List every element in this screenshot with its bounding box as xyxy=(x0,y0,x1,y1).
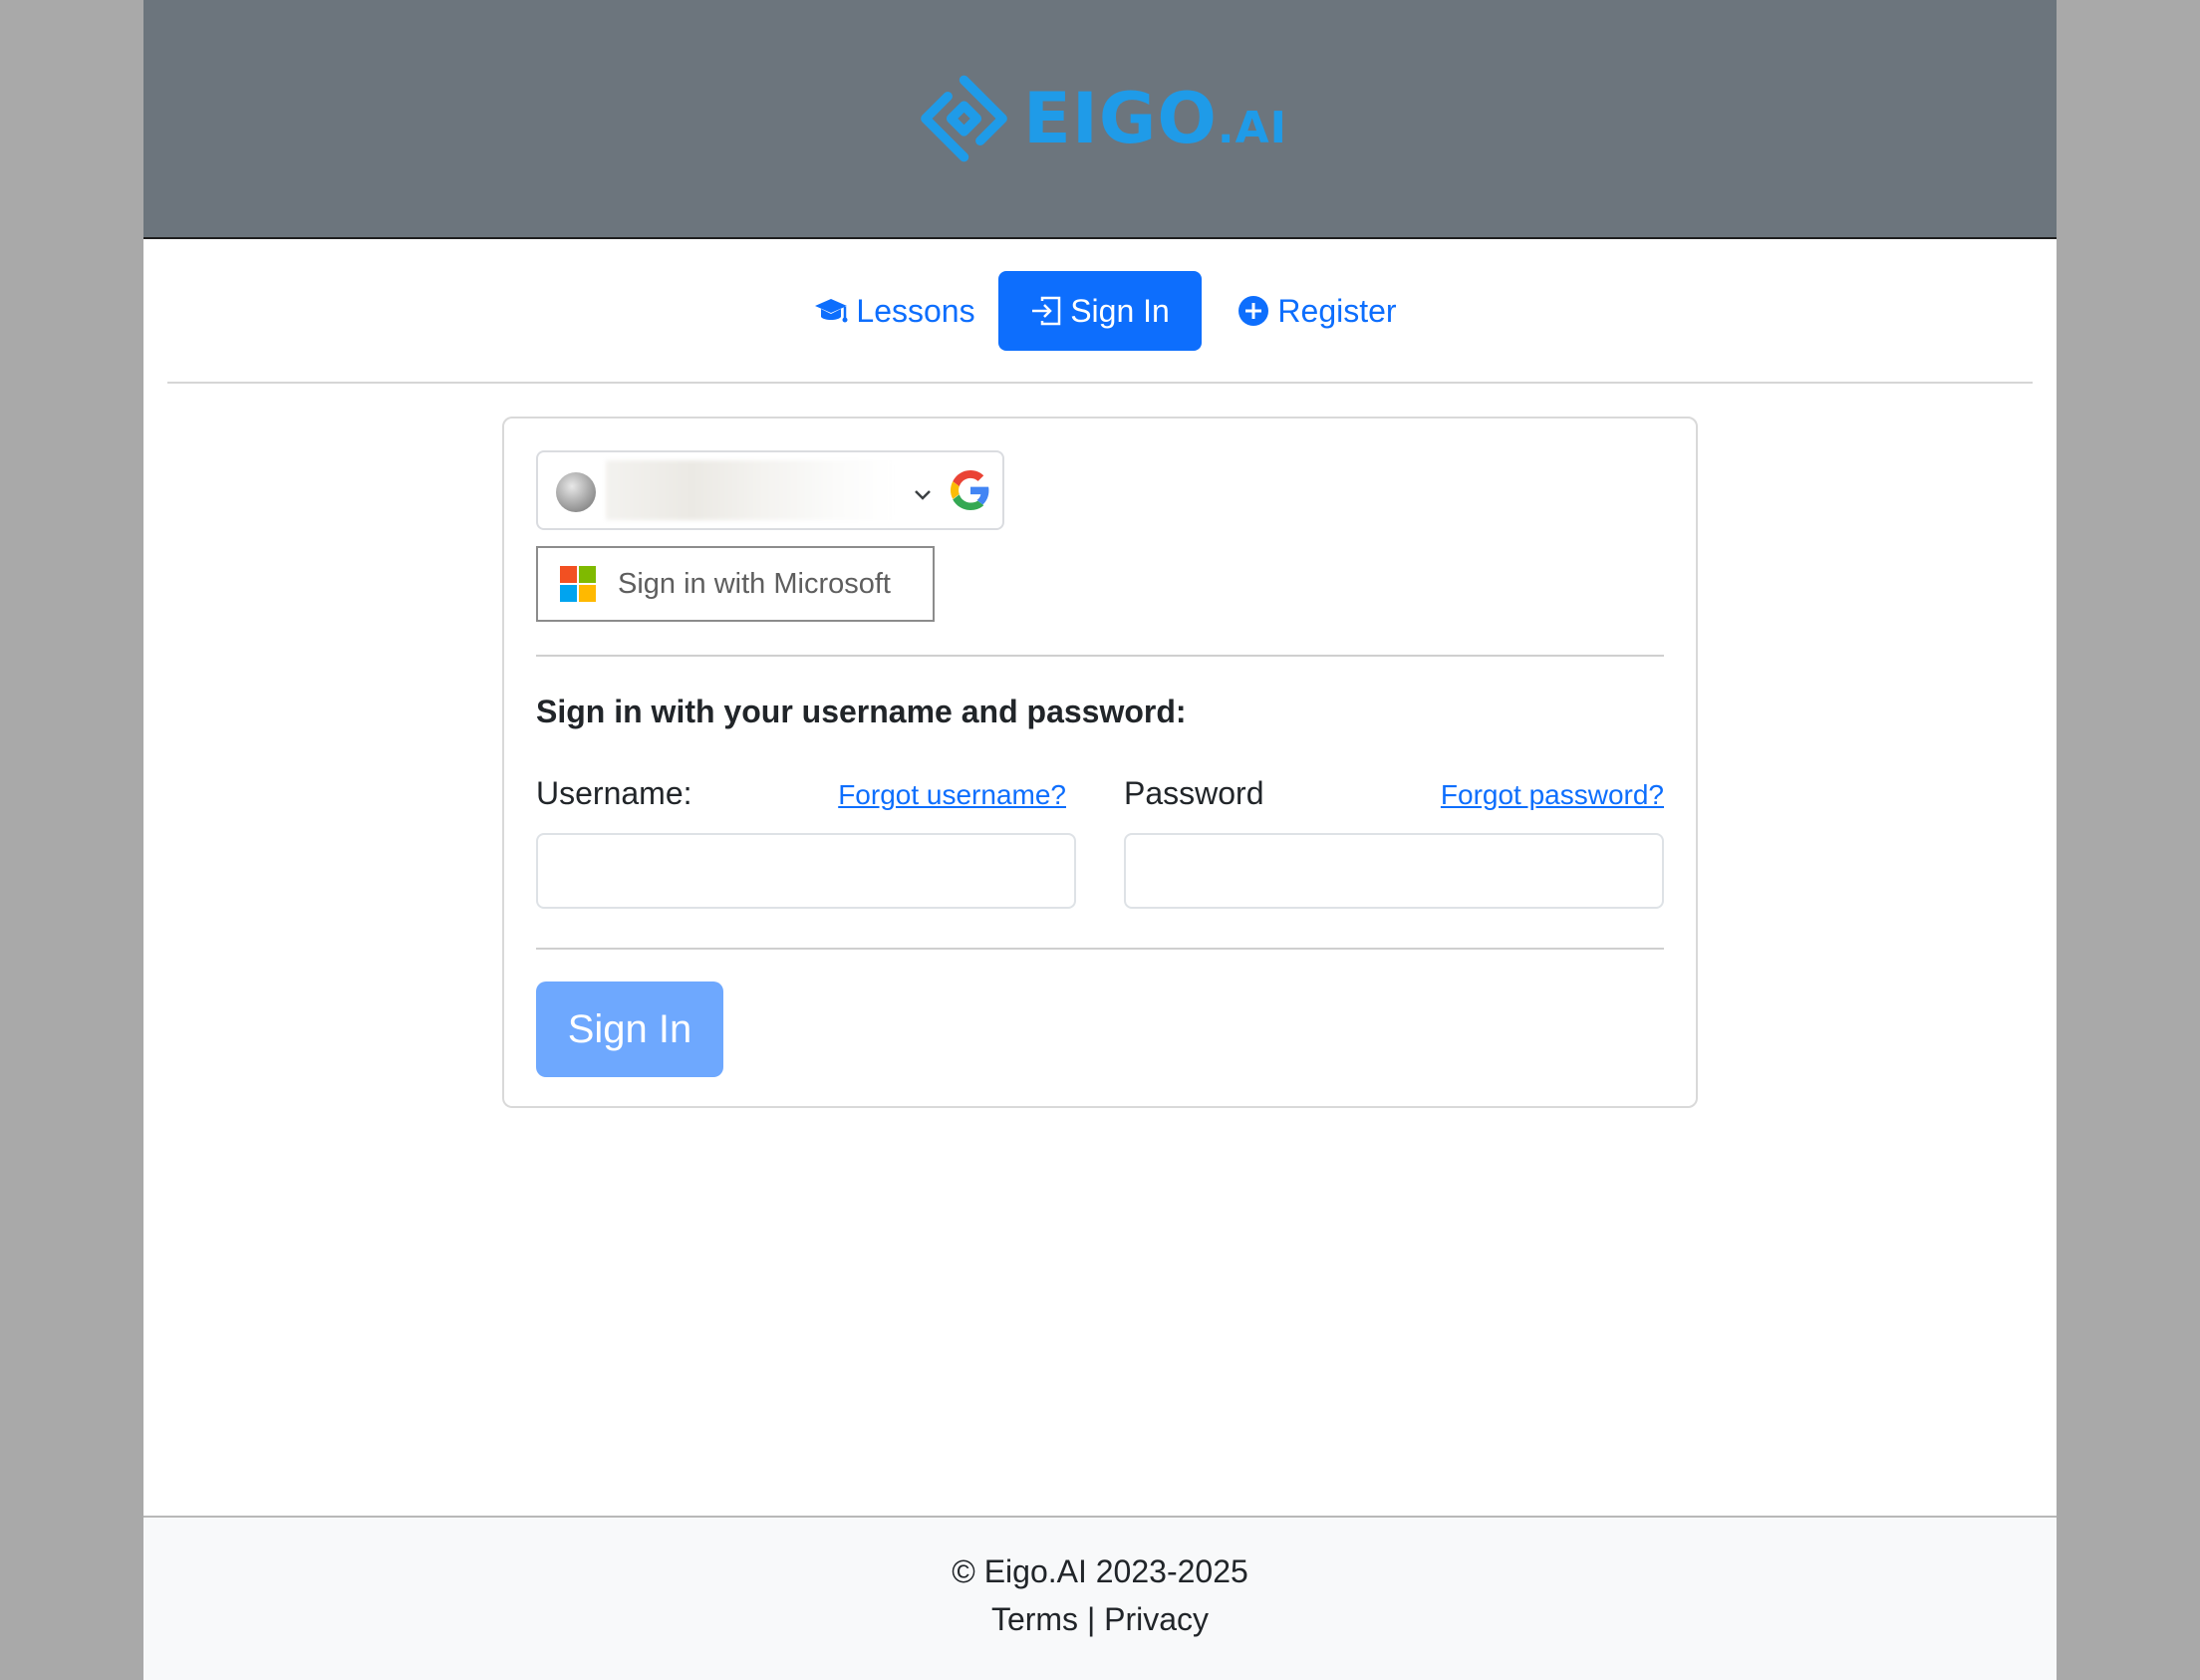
brand-wordmark: EIGO.AI xyxy=(1023,78,1287,159)
avatar xyxy=(556,472,596,512)
chevron-down-icon xyxy=(915,490,931,500)
microsoft-sign-in-label: Sign in with Microsoft xyxy=(618,567,891,600)
nav-lessons-label: Lessons xyxy=(856,292,975,329)
footer-separator: | xyxy=(1086,1601,1096,1637)
nav-sign-in[interactable]: Sign In xyxy=(998,271,1202,351)
forgot-password-link[interactable]: Forgot password? xyxy=(1441,779,1664,811)
site-header: EIGO.AI xyxy=(143,0,2057,239)
username-label: Username: xyxy=(536,775,692,811)
graduation-cap-icon xyxy=(815,299,848,323)
nav-lessons[interactable]: Lessons xyxy=(805,271,984,351)
terms-link[interactable]: Terms xyxy=(991,1601,1078,1637)
microsoft-sign-in-button[interactable]: Sign in with Microsoft xyxy=(536,546,935,622)
username-input[interactable] xyxy=(536,833,1076,909)
footer-links: Terms | Privacy xyxy=(143,1601,2057,1638)
sign-in-submit-button[interactable]: Sign In xyxy=(536,981,723,1077)
form-divider xyxy=(536,948,1664,950)
sign-in-card: Sign in with Microsoft Sign in with your… xyxy=(502,417,1698,1108)
form-heading: Sign in with your username and password: xyxy=(536,694,1187,729)
sign-in-icon xyxy=(1032,296,1061,326)
nav-divider xyxy=(167,382,2033,384)
nav-register[interactable]: Register xyxy=(1228,271,1407,351)
page: EIGO.AI Lessons Sign In Register Sign in… xyxy=(143,0,2057,1680)
plus-circle-icon xyxy=(1238,296,1269,326)
forgot-username-link[interactable]: Forgot username? xyxy=(838,779,1066,811)
nav-sign-in-label: Sign In xyxy=(1070,292,1170,329)
site-footer: © Eigo.AI 2023-2025 Terms | Privacy xyxy=(143,1516,2057,1680)
password-label: Password xyxy=(1124,775,1264,811)
google-account-button[interactable] xyxy=(536,450,1004,530)
brand-logo[interactable]: EIGO.AI xyxy=(919,66,1287,171)
google-icon xyxy=(951,470,989,510)
copyright-text: © Eigo.AI 2023-2025 xyxy=(952,1553,1248,1589)
nav-register-label: Register xyxy=(1277,292,1397,329)
account-name-redacted xyxy=(606,460,895,520)
main-nav: Lessons Sign In Register xyxy=(143,271,2057,351)
password-input[interactable] xyxy=(1124,833,1664,909)
microsoft-icon xyxy=(560,566,596,602)
privacy-link[interactable]: Privacy xyxy=(1104,1601,1209,1637)
oauth-divider xyxy=(536,655,1664,657)
eigo-logo-icon xyxy=(921,75,1007,162)
